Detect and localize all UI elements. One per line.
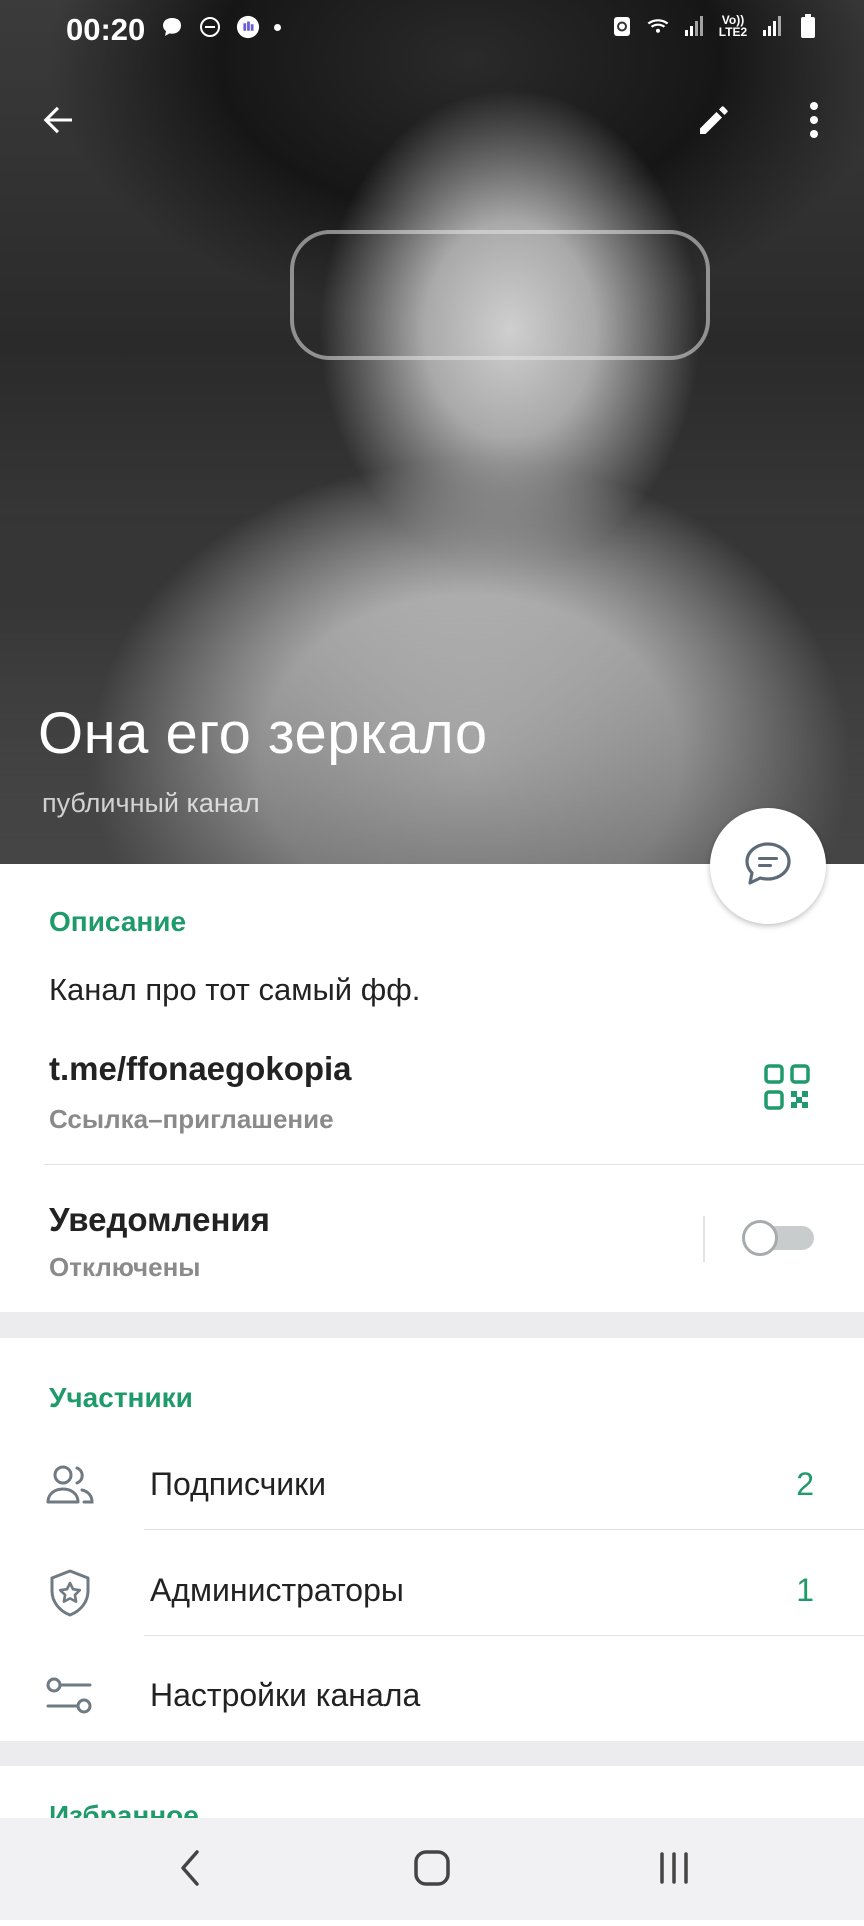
back-button[interactable] [28,92,88,152]
data-saver-icon [610,14,634,38]
qr-code-icon [764,1064,810,1114]
vertical-separator [703,1216,705,1262]
battery-icon [796,14,820,38]
administrators-row[interactable]: Администраторы 1 [0,1538,864,1644]
more-vertical-icon [808,100,820,145]
app-notification-icon [236,15,260,39]
wifi-icon [646,14,670,38]
chevron-left-icon [177,1848,203,1893]
sliders-icon [44,1673,96,1719]
subscribers-count: 2 [796,1466,814,1502]
nav-recents-button[interactable] [644,1846,704,1894]
do-not-disturb-icon [198,15,222,39]
divider [144,1529,864,1530]
subscribers-row[interactable]: Подписчики 2 [0,1432,864,1538]
channel-title: Она его зеркало [38,701,488,766]
status-notification-icons [160,15,281,39]
nav-back-button[interactable] [160,1846,220,1894]
message-bubble-icon [741,837,795,896]
description-text: Канал про тот самый фф. [49,972,421,1007]
subscribers-label: Подписчики [150,1466,327,1502]
channel-info-card: Описание Канал про тот самый фф. t.me/ff… [0,864,864,1312]
users-icon [44,1462,96,1508]
shield-star-icon [44,1568,96,1617]
qr-code-button[interactable] [764,1064,810,1110]
system-navigation-bar [0,1818,864,1920]
more-notifications-dot-icon [274,23,281,31]
channel-settings-label: Настройки канала [150,1677,421,1713]
signal-1-icon [682,14,706,38]
notifications-status: Отключены [49,1252,201,1282]
status-bar: 00:20 Vo)) LTE2 [0,0,864,62]
channel-settings-row[interactable]: Настройки канала [0,1643,864,1749]
lte2-label: LTE2 [718,25,748,39]
invite-link[interactable]: t.me/ffonaegokopia [49,1050,352,1088]
nav-home-button[interactable] [402,1846,462,1894]
notifications-label: Уведомления [49,1201,270,1238]
toggle-knob [742,1220,778,1256]
notifications-toggle[interactable] [742,1220,814,1256]
discussion-button[interactable] [710,808,826,924]
members-card: Участники Подписчики 2 Администраторы 1 [0,1338,864,1741]
channel-subtitle: публичный канал [42,788,260,818]
members-section-title: Участники [49,1382,193,1413]
signal-2-icon [760,14,784,38]
divider [144,1635,864,1636]
administrators-count: 1 [796,1572,814,1608]
recents-icon [654,1850,694,1891]
status-system-icons: Vo)) LTE2 [610,14,820,38]
status-time: 00:20 [66,12,146,47]
invite-link-caption: Ссылка–приглашение [49,1104,334,1134]
pencil-icon [695,101,733,144]
home-square-icon [412,1848,452,1893]
volte-lte2-label: Vo)) LTE2 [718,14,748,38]
edit-button[interactable] [684,92,744,152]
photo-detail [290,230,710,360]
chat-bubble-icon [160,15,184,39]
more-options-button[interactable] [784,92,844,152]
arrow-left-icon [38,100,78,145]
administrators-label: Администраторы [150,1572,404,1608]
description-section-title: Описание [49,906,187,937]
